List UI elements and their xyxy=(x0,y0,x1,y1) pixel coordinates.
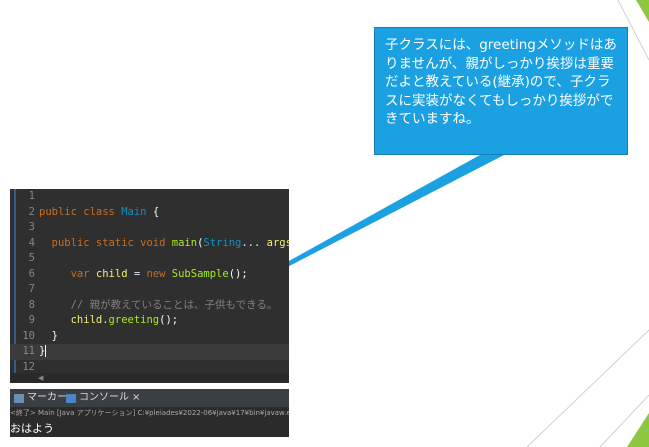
method-name: main xyxy=(171,236,198,249)
code-editor[interactable]: 1 2 public class Main { 3 4 public static… xyxy=(10,189,289,373)
line-number: 4 xyxy=(28,236,35,249)
close-icon[interactable]: × xyxy=(132,389,140,407)
line-number: 8 xyxy=(28,298,35,311)
line-number: 10 xyxy=(22,329,35,342)
keyword-public: public xyxy=(39,205,77,218)
keyword-class: class xyxy=(83,205,115,218)
console-status-text: <終了> Main [Java アプリケーション] C:¥pleiades¥20… xyxy=(10,409,289,417)
code-line-6: 6 var child = new SubSample(); xyxy=(10,267,289,283)
tab-console-label: コンソール xyxy=(79,392,129,403)
object-ref: child xyxy=(70,314,103,326)
code-line-12: 12 xyxy=(10,360,289,374)
keyword-var: var xyxy=(70,267,90,280)
tab-markers-label: マーカー xyxy=(27,392,67,403)
markers-icon xyxy=(14,393,24,403)
varargs: ... xyxy=(241,236,267,249)
call-tail: (); xyxy=(228,267,248,280)
code-line-5: 5 xyxy=(10,251,289,267)
console-output-text: おはよう xyxy=(10,422,54,435)
call-tail: (); xyxy=(159,314,179,326)
assign: = xyxy=(127,267,147,280)
line-number: 3 xyxy=(28,221,35,233)
corner-accent-top xyxy=(636,0,649,22)
console-output: おはよう xyxy=(10,420,289,437)
tab-console[interactable]: コンソール × xyxy=(66,389,140,407)
brace: { xyxy=(152,205,160,218)
code-comment: // 親が教えていることは、子供もできる。 xyxy=(70,298,278,311)
decor-line-bottom-a xyxy=(526,329,649,447)
callout-text: 子クラスには、greetingメソッドはありませんが、親がしっかり挨拶は重要だよ… xyxy=(385,37,617,127)
line-number: 2 xyxy=(28,205,35,218)
line-number: 1 xyxy=(28,190,35,202)
line-number: 5 xyxy=(28,252,35,264)
modifiers: public static void xyxy=(51,236,166,249)
line-number: 11 xyxy=(22,345,35,357)
keyword-new: new xyxy=(146,267,166,280)
code-line-9: 9 child.greeting(); xyxy=(10,313,289,329)
line-number: 7 xyxy=(28,283,35,295)
scroll-left-arrow-icon[interactable]: ◀ xyxy=(38,373,43,383)
param-name: args xyxy=(266,236,289,249)
line-number: 6 xyxy=(28,267,35,280)
code-line-1: 1 xyxy=(10,189,289,205)
text-cursor xyxy=(45,345,47,357)
class-name: Main xyxy=(121,205,147,218)
variable-name: child xyxy=(95,267,128,280)
code-line-3: 3 xyxy=(10,220,289,236)
code-line-7: 7 xyxy=(10,282,289,298)
type-name: SubSample xyxy=(171,267,229,280)
console-icon xyxy=(66,393,76,403)
line-number: 9 xyxy=(28,314,35,326)
corner-accent-bottom xyxy=(627,413,649,447)
console-status: <終了> Main [Java アプリケーション] C:¥pleiades¥20… xyxy=(10,407,289,420)
code-line-8: 8 // 親が教えていることは、子供もできる。 xyxy=(10,298,289,314)
type-name: String xyxy=(203,236,242,249)
code-line-11: 11} xyxy=(10,344,289,360)
tab-markers[interactable]: マーカー xyxy=(14,389,67,407)
view-tabs: マーカー コンソール × xyxy=(10,389,289,407)
speech-callout: 子クラスには、greetingメソッドはありませんが、親がしっかり挨拶は重要だよ… xyxy=(374,27,628,155)
code-line-4: 4 public static void main(String... args… xyxy=(10,236,289,252)
brace: } xyxy=(51,329,58,342)
line-number: 12 xyxy=(22,360,35,373)
code-line-2: 2 public class Main { xyxy=(10,205,289,221)
method-call: greeting xyxy=(108,314,160,326)
code-line-10: 10 } xyxy=(10,329,289,345)
horizontal-scrollbar[interactable]: ◀ xyxy=(10,373,289,383)
